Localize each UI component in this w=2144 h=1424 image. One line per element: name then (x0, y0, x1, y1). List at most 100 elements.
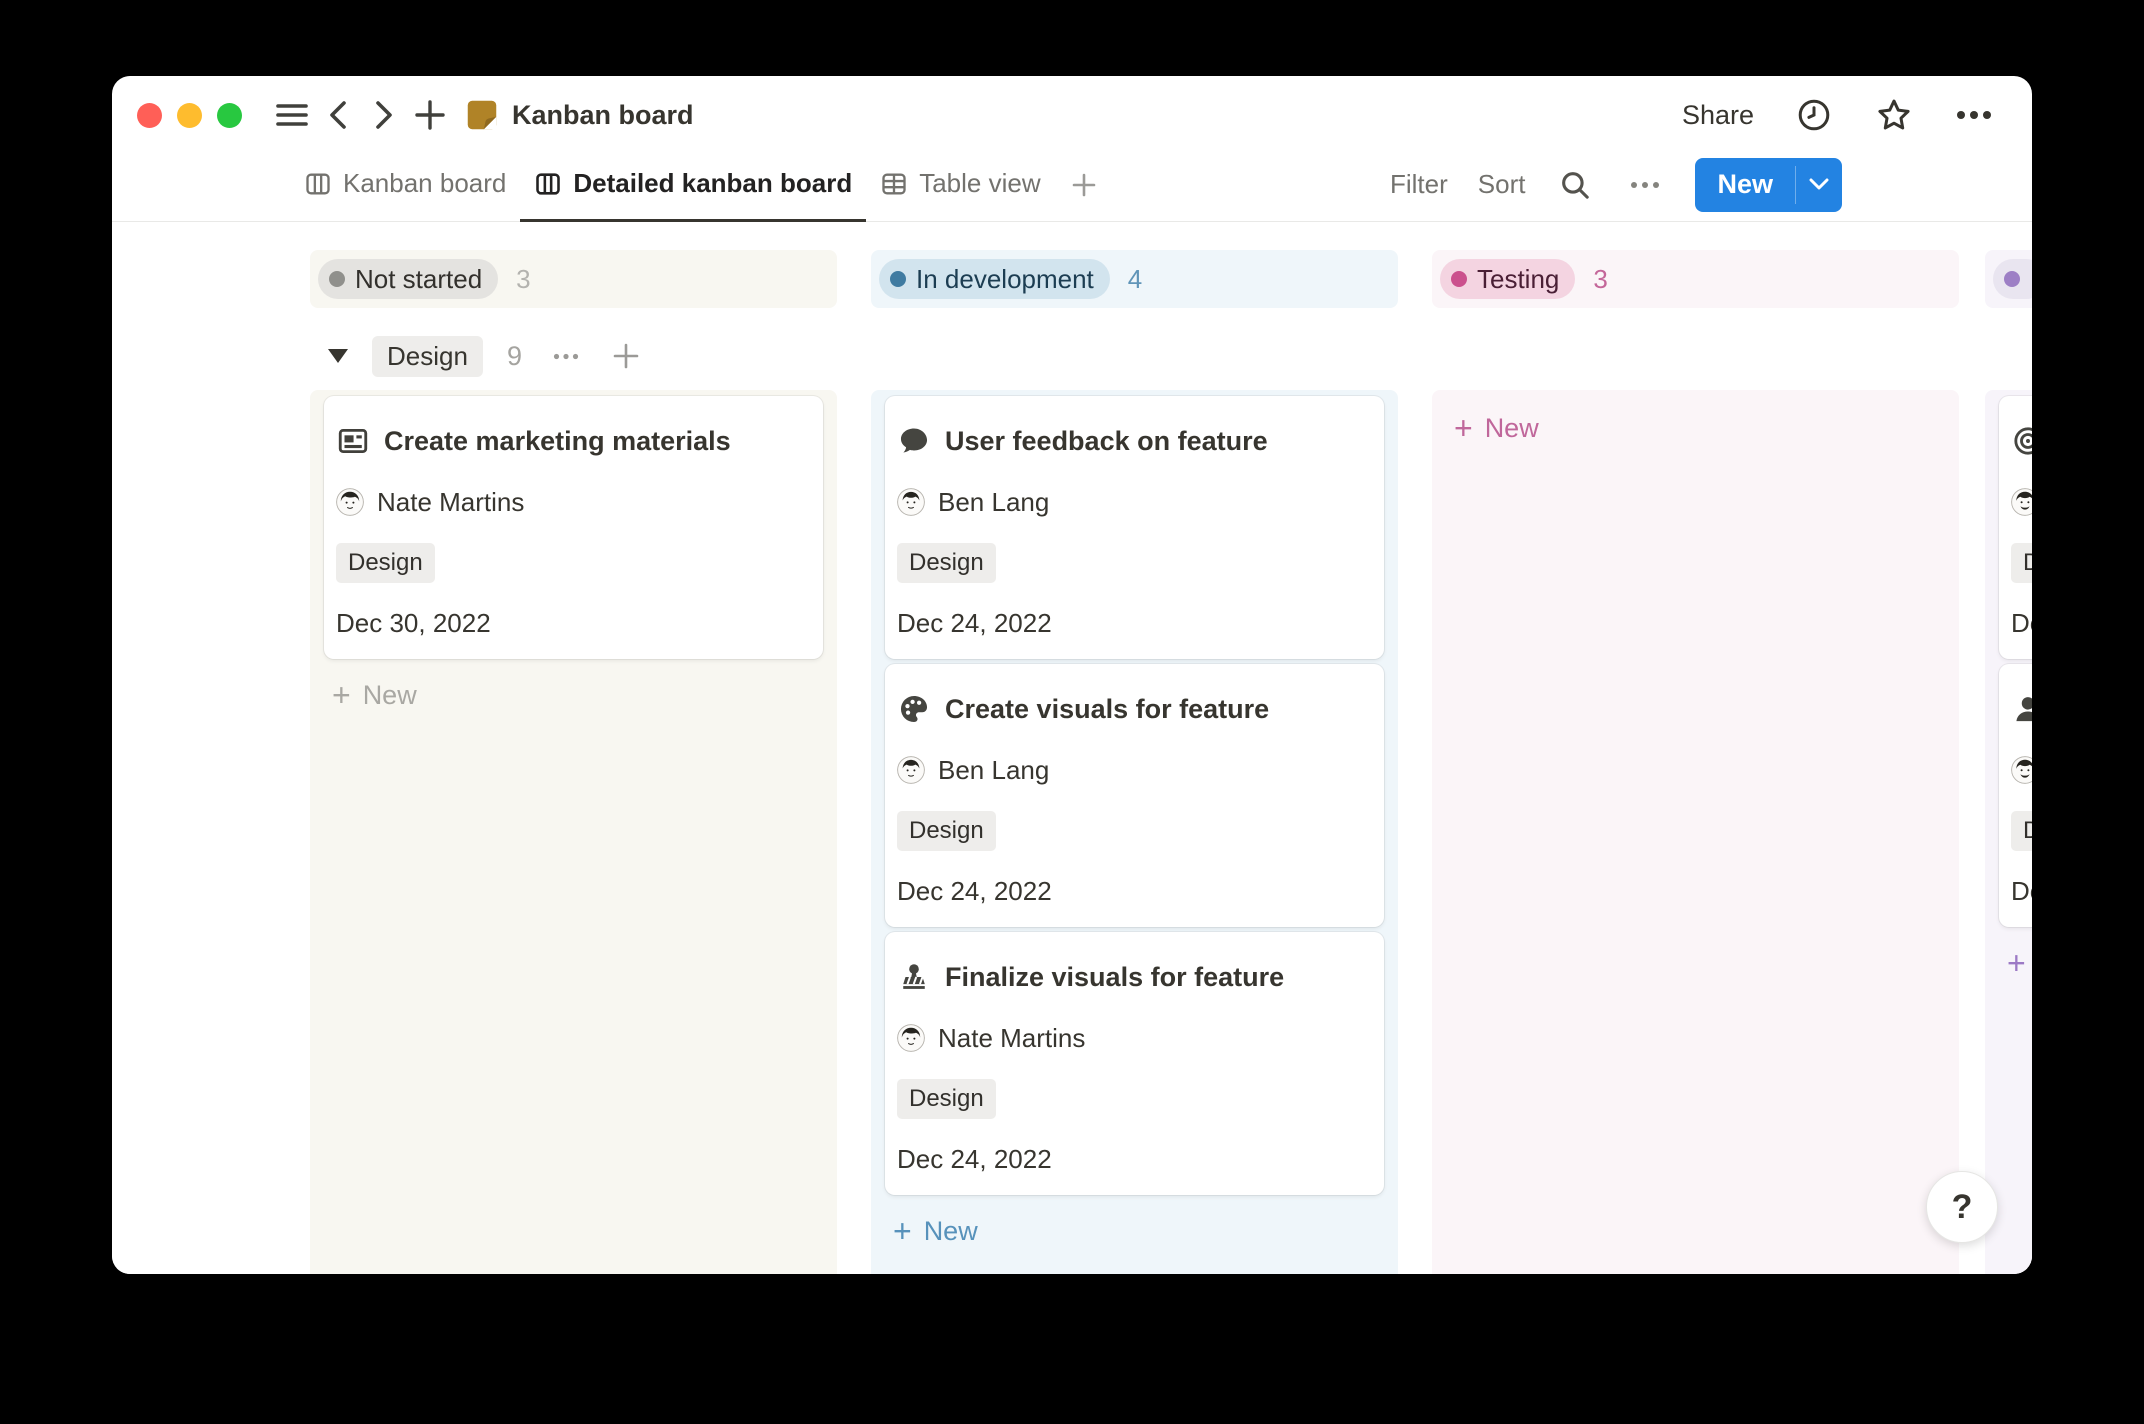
status-pill-testing[interactable]: Testing (1440, 259, 1575, 299)
kanban-card[interactable]: User feedback on feature Ben Lang Design… (885, 396, 1384, 659)
close-button[interactable] (137, 103, 162, 128)
window-controls (137, 103, 242, 128)
kanban-board: Design 9 Not started 3 (112, 222, 2032, 1274)
board-view-icon (534, 170, 562, 198)
card-title: Finalize visuals for feature (945, 962, 1284, 993)
view-toolbar: Filter Sort New (1390, 148, 1842, 221)
assignee-name: Nate Martins (377, 487, 524, 518)
kanban-card[interactable]: Finalize visuals for feature Nate Martin… (885, 932, 1384, 1195)
column-count: 3 (1593, 264, 1607, 295)
help-button[interactable]: ? (1926, 1171, 1998, 1243)
status-label: Testing (1477, 264, 1559, 295)
clock-icon[interactable] (1794, 95, 1834, 135)
tab-label: Table view (919, 168, 1040, 199)
more-icon[interactable] (1954, 95, 1994, 135)
column-count: 3 (516, 264, 530, 295)
tab-detailed-kanban-board[interactable]: Detailed kanban board (520, 148, 866, 222)
column-header: In development 4 (871, 250, 1398, 308)
target-icon (2011, 424, 2032, 458)
due-date: Dec 24, 2022 (897, 876, 1372, 907)
add-view-icon[interactable] (1055, 148, 1113, 221)
kanban-card[interactable]: Create visuals for feature Ben Lang Desi… (885, 664, 1384, 927)
kanban-card[interactable]: Create marketing materials Nate Martins … (324, 396, 823, 659)
status-pill-not-started[interactable]: Not started (318, 259, 498, 299)
new-button[interactable]: New (1695, 158, 1842, 212)
palette-icon (897, 692, 931, 726)
tag-design: Design (897, 1079, 996, 1119)
avatar (897, 756, 925, 784)
speech-bubble-icon (897, 424, 931, 458)
new-card-button[interactable]: + New (885, 1207, 1384, 1255)
status-dot (1451, 271, 1467, 287)
column-not-started: Not started 3 Create marketing materials (310, 222, 837, 1274)
hamburger-icon[interactable] (272, 95, 312, 135)
assignee-name: Nate Martins (938, 1023, 1085, 1054)
plus-icon: + (332, 679, 351, 711)
share-button[interactable]: Share (1682, 100, 1754, 131)
avatar (336, 488, 364, 516)
status-pill-partial[interactable] (1993, 259, 2032, 299)
plus-icon: + (1454, 412, 1473, 444)
new-card-label: New (924, 1216, 978, 1247)
column-body: User feedback on feature Ben Lang Design… (871, 390, 1398, 1274)
column-in-development: In development 4 User feedback on featur… (871, 222, 1398, 1274)
board-view-icon (304, 170, 332, 198)
due-date: Dec 24, 2022 (897, 608, 1372, 639)
new-card-label: New (363, 680, 417, 711)
new-card-button[interactable]: + New (1999, 939, 2032, 987)
tab-label: Kanban board (343, 168, 506, 199)
column-header (1985, 250, 2032, 308)
more-options-icon[interactable] (1625, 165, 1665, 205)
avatar (897, 488, 925, 516)
tag-design: Design (2011, 543, 2032, 583)
column-body: + New (1432, 390, 1959, 1274)
card-title: Create marketing materials (384, 426, 731, 457)
new-card-button[interactable]: + New (324, 671, 823, 719)
kanban-card[interactable]: Design Dec 24, 2022 (1999, 396, 2032, 659)
status-dot (2004, 271, 2020, 287)
due-date: Dec 24, 2022 (2011, 876, 2032, 907)
stamp-icon (897, 960, 931, 994)
app-window: Kanban board Share Kanban board (112, 76, 2032, 1274)
tab-table-view[interactable]: Table view (866, 148, 1054, 222)
column-header: Testing 3 (1432, 250, 1959, 308)
filter-button[interactable]: Filter (1390, 169, 1448, 200)
search-icon[interactable] (1555, 165, 1595, 205)
tag-design: Design (897, 543, 996, 583)
column-count: 4 (1128, 264, 1142, 295)
back-icon[interactable] (318, 95, 358, 135)
due-date: Dec 30, 2022 (336, 608, 811, 639)
view-tabs-bar: Kanban board Detailed kanban board Table… (112, 148, 2032, 222)
tag-design: Design (2011, 811, 2032, 851)
status-label: In development (916, 264, 1094, 295)
sort-button[interactable]: Sort (1478, 169, 1526, 200)
column-testing: Testing 3 + New (1432, 222, 1959, 1274)
plus-icon: + (2007, 947, 2026, 979)
new-button-label[interactable]: New (1695, 158, 1795, 212)
column-header: Not started 3 (310, 250, 837, 308)
tab-kanban-board[interactable]: Kanban board (290, 148, 520, 222)
tag-design: Design (336, 543, 435, 583)
status-dot (890, 271, 906, 287)
zoom-button[interactable] (217, 103, 242, 128)
tab-label: Detailed kanban board (573, 168, 852, 199)
table-view-icon (880, 170, 908, 198)
due-date: Dec 24, 2022 (897, 1144, 1372, 1175)
column-partial: Design Dec 24, 2022 (1985, 222, 2032, 1274)
chevron-down-icon[interactable] (1796, 158, 1842, 212)
tag-design: Design (897, 811, 996, 851)
star-icon[interactable] (1874, 95, 1914, 135)
minimize-button[interactable] (177, 103, 202, 128)
assignee-name: Ben Lang (938, 487, 1049, 518)
new-tab-plus-icon[interactable] (410, 95, 450, 135)
kanban-card[interactable]: Design Dec 24, 2022 (1999, 664, 2032, 927)
column-body: Create marketing materials Nate Martins … (310, 390, 837, 1274)
assignee-name: Ben Lang (938, 755, 1049, 786)
forward-icon[interactable] (364, 95, 404, 135)
status-pill-in-development[interactable]: In development (879, 259, 1110, 299)
new-card-button[interactable]: + New (1446, 404, 1945, 452)
avatar (2011, 756, 2032, 784)
newspaper-icon (336, 424, 370, 458)
avatar (2011, 488, 2032, 516)
status-dot (329, 271, 345, 287)
